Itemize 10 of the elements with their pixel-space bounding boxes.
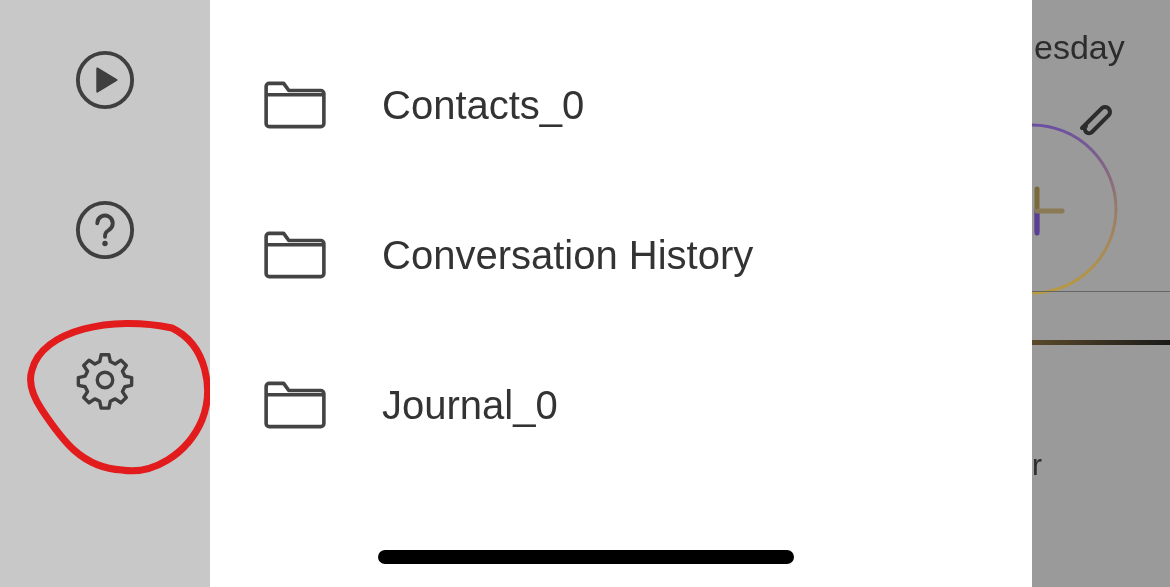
row-label: r <box>1032 448 1042 482</box>
play-icon[interactable] <box>74 49 136 111</box>
help-icon[interactable] <box>74 199 136 261</box>
folder-item[interactable]: Journal_0 <box>210 376 754 434</box>
folder-icon <box>262 230 328 280</box>
folder-item[interactable]: Contacts_0 <box>210 76 754 134</box>
folder-item[interactable]: Conversation History <box>210 226 754 284</box>
folder-icon <box>262 380 328 430</box>
folder-icon <box>262 80 328 130</box>
day-label: esday <box>1034 28 1125 67</box>
